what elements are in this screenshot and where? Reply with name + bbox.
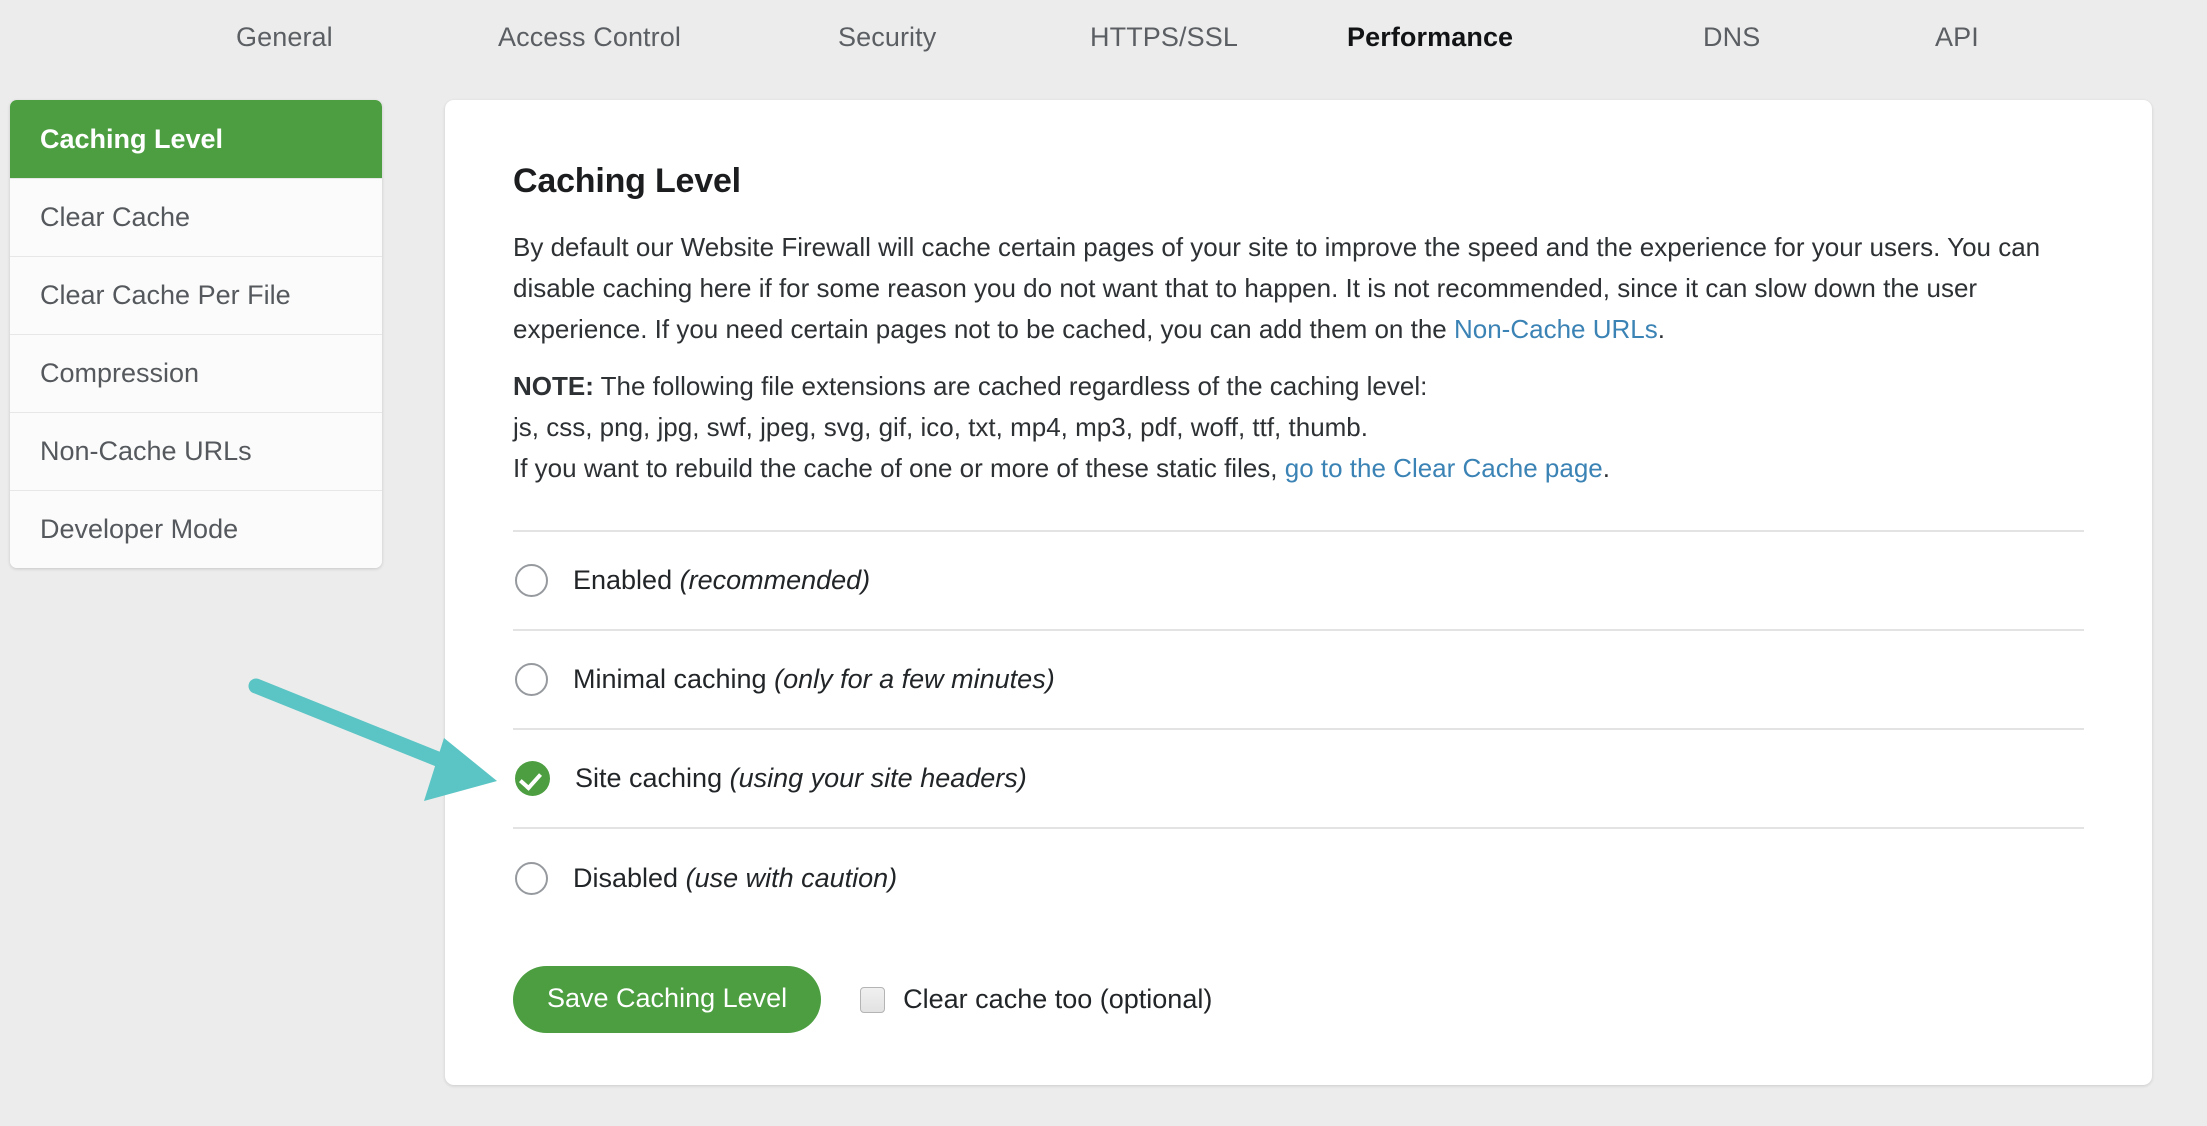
tab-dns[interactable]: DNS (1703, 22, 1760, 53)
tab-security[interactable]: Security (838, 22, 936, 53)
radio-icon-minimal-caching[interactable] (515, 663, 548, 696)
sidebar-item-clear-cache[interactable]: Clear Cache (10, 178, 382, 256)
intro-paragraph: By default our Website Firewall will cac… (513, 227, 2084, 350)
note-text: The following file extensions are cached… (593, 371, 1428, 401)
top-tab-bar: General Access Control Security HTTPS/SSL Pe… (0, 0, 2207, 86)
intro-text-part1: By default our Website Firewall will cac… (513, 232, 2041, 344)
option-row-minimal-caching[interactable]: Minimal caching (only for a few minutes) (513, 631, 2084, 730)
option-label-text: Enabled (573, 565, 673, 595)
option-label-text: Disabled (573, 863, 679, 893)
sidebar-item-label: Clear Cache (40, 202, 191, 232)
rebuild-line: If you want to rebuild the cache of one … (513, 448, 2084, 489)
save-row: Save Caching Level Clear cache too (opti… (513, 966, 2084, 1033)
tab-api[interactable]: API (1935, 22, 1979, 53)
option-label-disabled: Disabled (use with caution) (573, 863, 897, 894)
option-row-disabled[interactable]: Disabled (use with caution) (513, 829, 2084, 928)
tab-performance[interactable]: Performance (1347, 22, 1513, 53)
non-cache-urls-link[interactable]: Non-Cache URLs (1454, 314, 1658, 344)
option-row-enabled[interactable]: Enabled (recommended) (513, 532, 2084, 631)
note-label: NOTE: (513, 371, 594, 401)
radio-icon-disabled[interactable] (515, 862, 548, 895)
option-hint-text: (using your site headers) (729, 763, 1027, 793)
option-label-text: Site caching (575, 763, 723, 793)
option-row-site-caching[interactable]: Site caching (using your site headers) (513, 730, 2084, 829)
note-block: NOTE: The following file extensions are … (513, 366, 2084, 489)
option-label-text: Minimal caching (573, 664, 767, 694)
intro-text-part2: . (1657, 314, 1665, 344)
radio-icon-enabled[interactable] (515, 564, 548, 597)
clear-cache-too-label: Clear cache too (optional) (903, 984, 1213, 1014)
option-label-enabled: Enabled (recommended) (573, 565, 870, 596)
sidebar-item-clear-cache-per-file[interactable]: Clear Cache Per File (10, 256, 382, 334)
radio-checked-icon-site-caching[interactable] (515, 761, 550, 796)
sidebar-item-label: Caching Level (40, 123, 224, 154)
extensions-line: js, css, png, jpg, swf, jpeg, svg, gif, … (513, 412, 1368, 442)
option-hint-text: (only for a few minutes) (774, 664, 1055, 694)
sidebar-item-label: Developer Mode (40, 514, 239, 544)
sidebar-item-caching-level[interactable]: Caching Level (10, 100, 382, 178)
save-caching-level-button[interactable]: Save Caching Level (513, 966, 822, 1033)
sidebar-item-label: Compression (40, 358, 200, 388)
tab-access-control[interactable]: Access Control (498, 22, 681, 53)
rebuild-text-part1: If you want to rebuild the cache of one … (513, 453, 1285, 483)
clear-cache-too-checkbox[interactable] (860, 986, 886, 1013)
main-content-card: Caching Level By default our Website Fir… (445, 100, 2152, 1085)
option-label-minimal-caching: Minimal caching (only for a few minutes) (573, 664, 1055, 695)
page-title: Caching Level (513, 162, 741, 200)
sidebar-item-label: Clear Cache Per File (40, 280, 291, 310)
sidebar-item-non-cache-urls[interactable]: Non-Cache URLs (10, 412, 382, 490)
caching-level-options: Enabled (recommended) Minimal caching (on… (513, 530, 2084, 928)
option-hint-text: (use with caution) (685, 863, 898, 893)
tab-https-ssl[interactable]: HTTPS/SSL (1090, 22, 1238, 53)
sidebar: Caching Level Clear Cache Clear Cache Per … (10, 100, 382, 568)
option-hint-text: (recommended) (679, 565, 871, 595)
note-line: NOTE: The following file extensions are … (513, 366, 2084, 407)
clear-cache-too-checkbox-wrap[interactable]: Clear cache too (optional) (860, 984, 1212, 1015)
rebuild-text-part2: . (1602, 453, 1610, 483)
sidebar-item-label: Non-Cache URLs (40, 436, 252, 466)
sidebar-item-compression[interactable]: Compression (10, 334, 382, 412)
tab-general[interactable]: General (236, 22, 333, 53)
sidebar-item-developer-mode[interactable]: Developer Mode (10, 490, 382, 568)
option-label-site-caching: Site caching (using your site headers) (575, 763, 1027, 794)
clear-cache-page-link[interactable]: go to the Clear Cache page (1285, 453, 1603, 483)
